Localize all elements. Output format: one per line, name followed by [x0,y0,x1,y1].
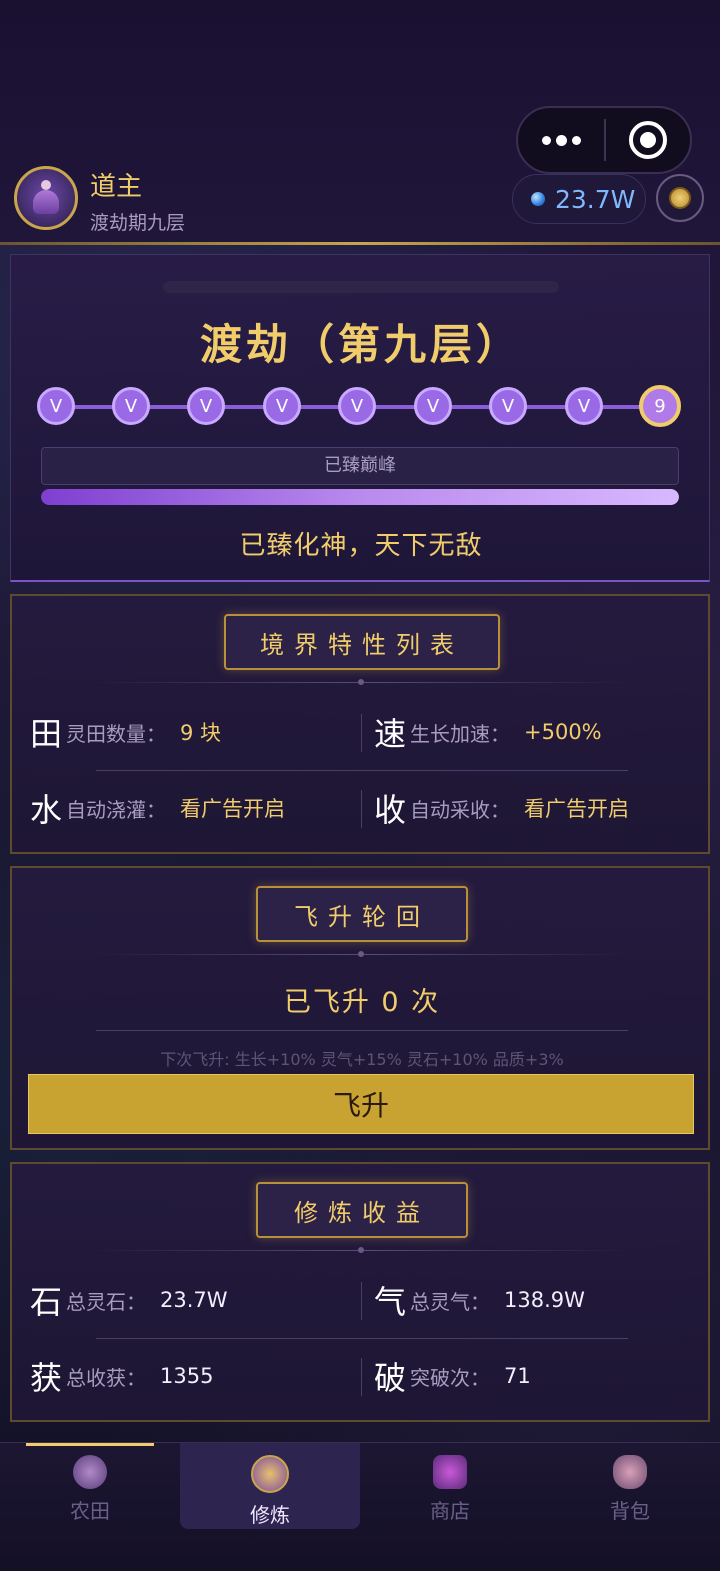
panel-divider [92,951,632,957]
tab-label: 背包 [610,1499,650,1523]
realm-progress-fill [41,489,679,505]
earning-breakthroughs: 破 突破次： 71 [374,1356,531,1397]
traits-title: 境界特性列表 [224,614,500,670]
tab-farm[interactable]: 农田 [0,1443,180,1529]
close-miniprogram-button[interactable] [606,121,690,159]
trait-label: 灵田数量： [66,721,166,746]
trait-value: +500% [524,720,602,744]
earning-total-qi: 气 总灵气： 138.9W [374,1280,585,1321]
cultivator-avatar-icon [31,180,61,216]
stage-node: V [414,387,452,425]
qi-glyph: 气 [374,1283,407,1321]
earning-value: 71 [504,1364,531,1388]
stage-node: V [338,387,376,425]
earnings-title: 修炼收益 [256,1182,468,1238]
coin-button[interactable] [656,174,704,222]
spirit-stone-value: 23.7W [555,184,636,214]
water-glyph: 水 [30,791,63,829]
trait-growth-speed: 速 生长加速： +500% [374,712,602,753]
ascension-next-bonus: 下次飞升: 生长+10% 灵气+15% 灵石+10% 品质+3% [160,1050,564,1069]
tab-label: 修炼 [250,1503,290,1527]
tab-label: 商店 [430,1499,470,1523]
earning-total-harvest: 获 总收获： 1355 [30,1356,214,1397]
avatar[interactable] [14,166,78,230]
auto-harvest-ad-link[interactable]: 看广告开启 [524,793,629,823]
break-glyph: 破 [374,1359,407,1397]
stage-node: V [187,387,225,425]
trait-label: 自动浇灌： [66,797,166,822]
stage-node: V [37,387,75,425]
auto-water-ad-link[interactable]: 看广告开启 [180,793,285,823]
coin-icon [669,187,691,209]
user-realm: 渡劫期九层 [90,212,186,234]
tab-label: 农田 [70,1499,110,1523]
bag-icon [613,1455,647,1489]
more-menu-button[interactable] [518,108,604,172]
row-divider [96,1338,628,1339]
speed-glyph: 速 [374,715,407,753]
column-divider [361,1282,362,1320]
trait-label: 自动采收： [410,797,510,822]
trait-value: 9 块 [180,721,222,745]
tab-bag[interactable]: 背包 [540,1443,720,1529]
earning-label: 总灵石： [66,1289,146,1314]
column-divider [361,790,362,828]
farm-icon [73,1455,107,1489]
spirit-stone-balance[interactable]: 23.7W [512,174,646,224]
user-name: 道主 [90,172,143,202]
realm-title: 渡劫（第九层） [199,320,522,369]
earnings-panel: 修炼收益 石 总灵石： 23.7W 气 总灵气： 138.9W 获 总收获： 1… [10,1162,710,1422]
ascension-count: 已飞升 0 次 [283,987,441,1018]
miniprogram-capsule [516,106,692,174]
shop-icon [433,1455,467,1489]
stone-glyph: 石 [30,1283,63,1321]
stage-node: V [489,387,527,425]
stage-node-current: 9 [639,385,681,427]
earning-label: 突破次： [410,1365,490,1390]
bottom-tab-bar: 农田 修炼 商店 背包 [0,1442,720,1571]
peak-label: 已臻巅峰 [41,447,679,485]
column-divider [361,714,362,752]
earning-label: 总收获： [66,1365,146,1390]
tab-cultivate[interactable]: 修炼 [180,1443,360,1529]
trait-label: 生长加速： [410,721,510,746]
traits-panel: 境界特性列表 田 灵田数量： 9 块 速 生长加速： +500% 水 自动浇灌：… [10,594,710,854]
harvest-glyph: 获 [30,1359,63,1397]
tab-shop[interactable]: 商店 [360,1443,540,1529]
earning-value: 23.7W [160,1288,228,1312]
ascend-button[interactable]: 飞升 [28,1074,694,1134]
realm-card: 渡劫（第九层） V V V V V V V V 9 已臻巅峰 已臻化神，天下无敌 [10,254,710,582]
realm-card-topbar [163,281,559,293]
realm-progress-bar [41,489,679,505]
panel-divider [92,679,632,685]
ascension-panel: 飞升轮回 已飞升 0 次 下次飞升: 生长+10% 灵气+15% 灵石+10% … [10,866,710,1150]
trait-auto-harvest: 收 自动采收： 看广告开启 [374,788,629,829]
panel-divider [92,1247,632,1253]
field-glyph: 田 [30,715,63,753]
spirit-stone-icon [531,192,545,206]
earning-label: 总灵气： [410,1289,490,1314]
row-divider [96,1030,628,1031]
harvest-glyph: 收 [374,791,407,829]
stage-node: V [565,387,603,425]
realm-motto: 已臻化神，天下无敌 [239,531,483,561]
trait-field-count: 田 灵田数量： 9 块 [30,712,222,753]
stage-node: V [112,387,150,425]
stage-node: V [263,387,301,425]
earning-value: 138.9W [504,1288,585,1312]
ascension-title: 飞升轮回 [256,886,468,942]
header-divider [0,242,720,245]
row-divider [96,770,628,771]
trait-auto-water: 水 自动浇灌： 看广告开启 [30,788,285,829]
earning-value: 1355 [160,1364,214,1388]
earning-total-stones: 石 总灵石： 23.7W [30,1280,228,1321]
cultivate-icon [251,1455,289,1493]
target-icon [629,121,667,159]
column-divider [361,1358,362,1396]
